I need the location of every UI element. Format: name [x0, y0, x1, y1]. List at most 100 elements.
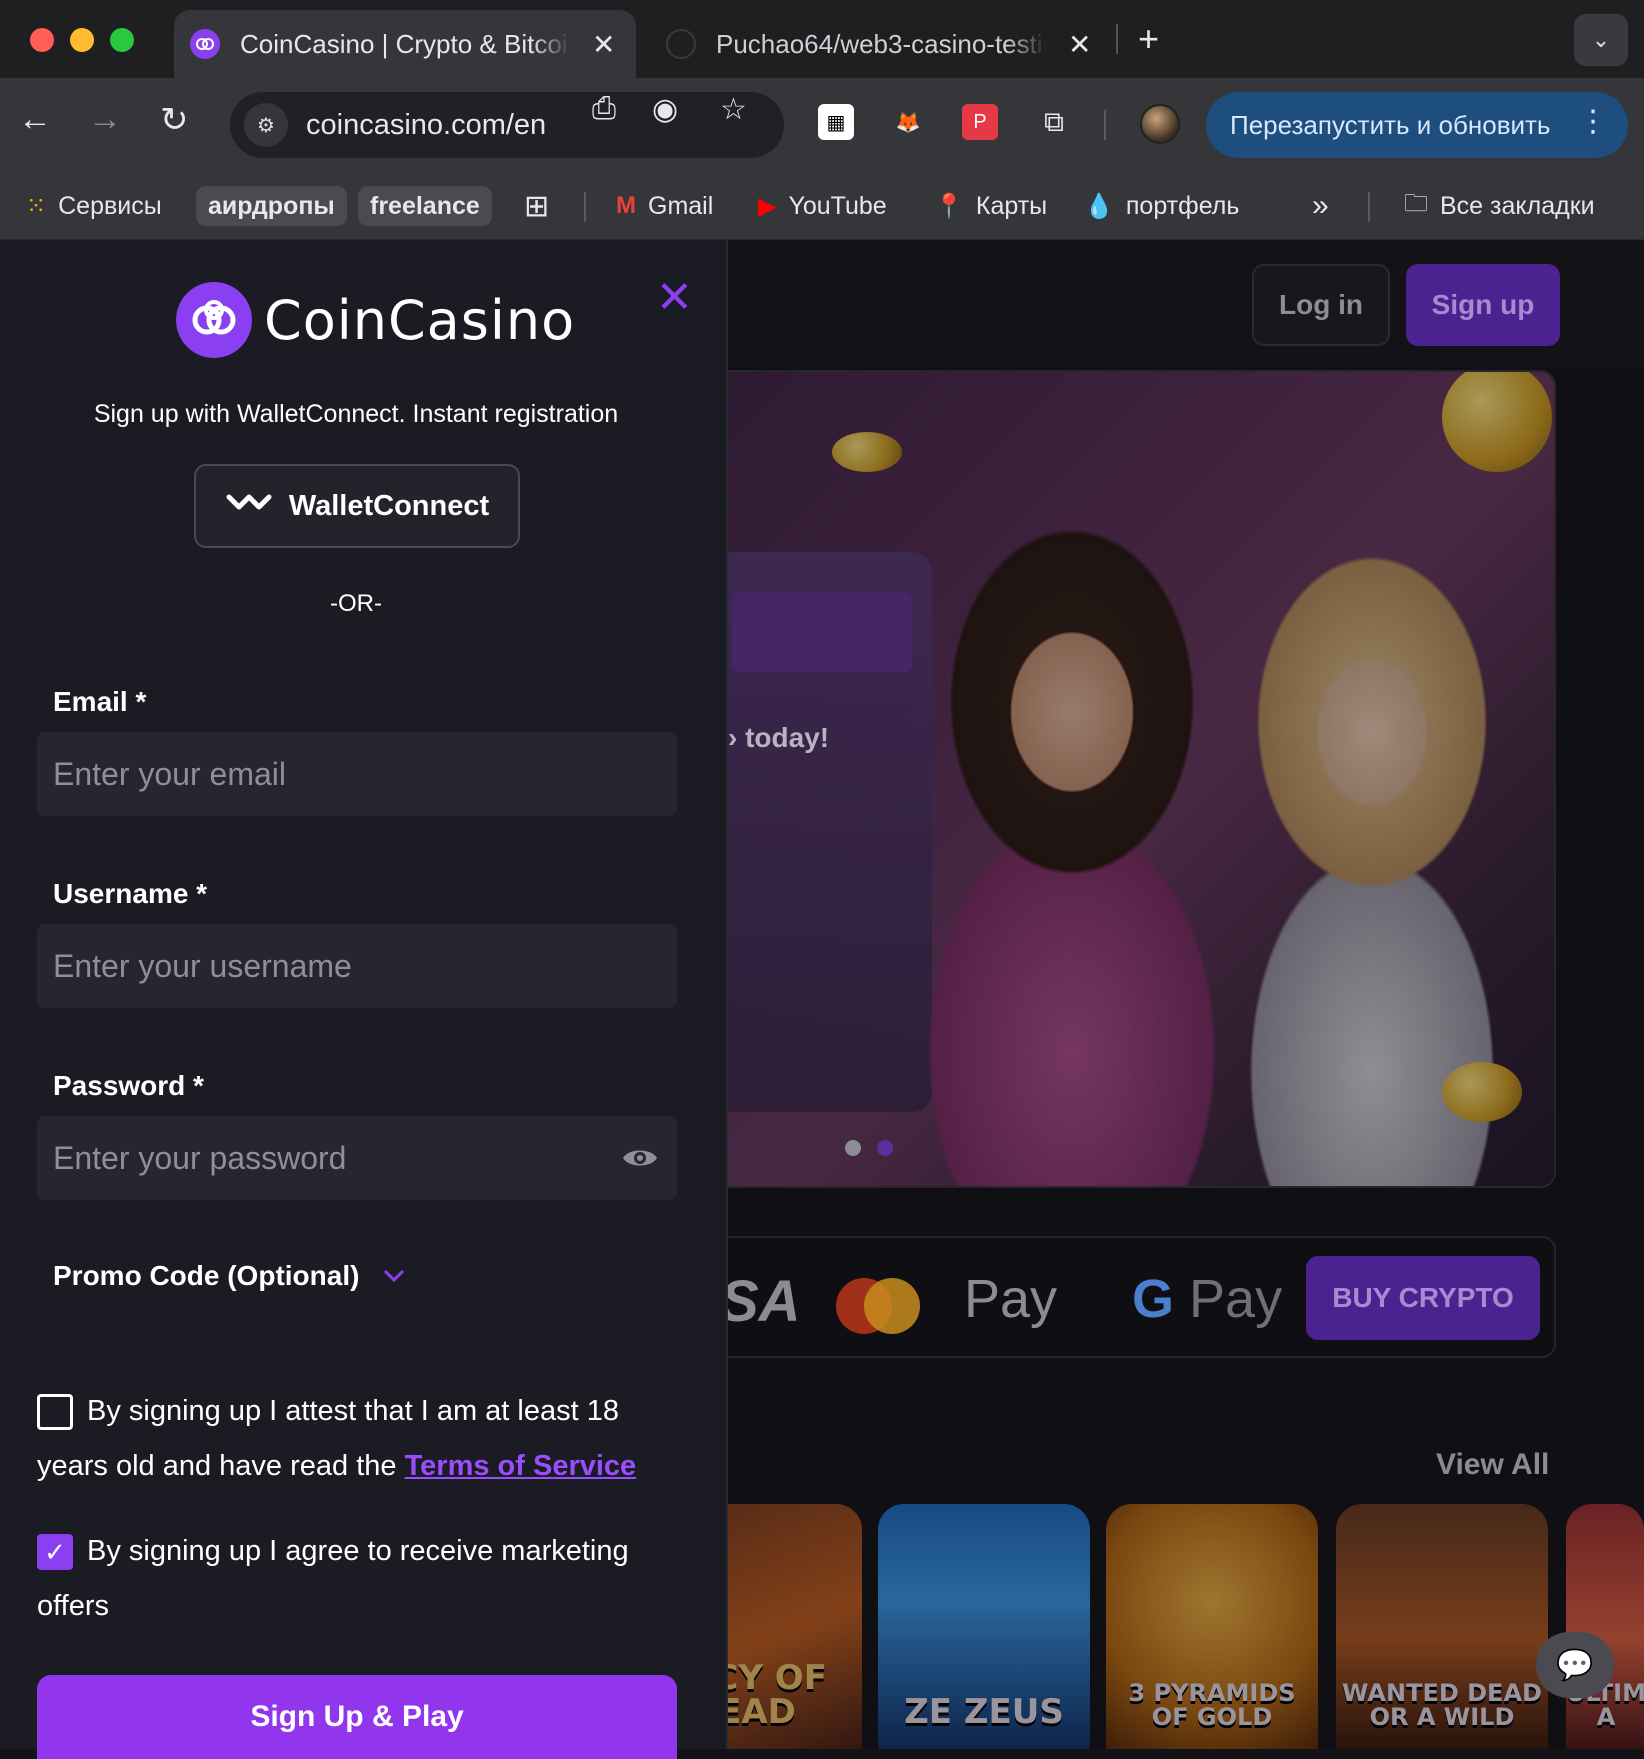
username-field[interactable] [37, 924, 677, 1008]
tab-github[interactable]: Puchao64/web3-casino-testing ✕ [650, 10, 1130, 78]
google-pay-text: Pay [1189, 1269, 1283, 1329]
toolbar-divider [1104, 110, 1106, 140]
game-card[interactable]: ZE ZEUS [878, 1504, 1090, 1749]
bookmark-label: Gmail [648, 191, 714, 220]
walletconnect-button[interactable]: WalletConnect [194, 464, 520, 548]
p-extension-icon[interactable]: P [962, 104, 998, 140]
hero-banner[interactable] [620, 370, 1556, 1188]
relaunch-update-button[interactable]: Перезапустить и обновить ⋮ [1206, 92, 1628, 158]
bookmark-label: Сервисы [58, 191, 162, 220]
close-tab-icon[interactable]: ✕ [1068, 28, 1091, 61]
metamask-extension-icon[interactable]: 🦊 [890, 104, 926, 140]
buy-crypto-button[interactable]: BUY CRYPTO [1306, 1256, 1540, 1340]
drop-icon: 💧 [1084, 192, 1114, 220]
bookmark-services[interactable]: ⁙ Сервисы [26, 186, 162, 226]
reload-icon[interactable]: ↻ [160, 100, 189, 140]
more-bookmarks-chevron-icon[interactable]: » [1312, 186, 1329, 226]
bookmark-portfolio[interactable]: 💧 портфель [1084, 186, 1239, 226]
tab-coincasino[interactable]: CoinCasino | Crypto & Bitcoin Casino ✕ [174, 10, 636, 78]
password-label: Password * [53, 1070, 204, 1101]
email-field[interactable] [37, 732, 677, 816]
more-menu-icon[interactable]: ⋮ [1578, 104, 1608, 139]
close-tab-icon[interactable]: ✕ [592, 28, 615, 61]
terms-of-service-link[interactable]: Terms of Service [405, 1450, 637, 1482]
close-window-button[interactable] [30, 28, 54, 52]
bookmark-youtube[interactable]: ▶ YouTube [758, 186, 887, 226]
forward-arrow-icon[interactable]: → [88, 100, 122, 139]
promo-code-label: Promo Code (Optional) [53, 1260, 360, 1291]
bookmark-folder-freelance[interactable]: freelance [358, 186, 492, 226]
game-card[interactable]: ULTIM A [1566, 1504, 1644, 1749]
coincasino-logo-icon [176, 282, 252, 358]
view-all-link[interactable]: View All [1436, 1448, 1549, 1482]
signup-header-button[interactable]: Sign up [1406, 264, 1560, 346]
bookmark-gmail[interactable]: M Gmail [616, 186, 713, 226]
apps-grid-icon: ⁙ [26, 192, 47, 220]
tab-bar: CoinCasino | Crypto & Bitcoin Casino ✕ P… [0, 0, 1644, 78]
walletconnect-label: WalletConnect [288, 489, 490, 522]
tab-title: CoinCasino | Crypto & Bitcoin Casino [240, 28, 570, 59]
apple-pay-text: Pay [964, 1269, 1058, 1329]
bookmark-label: Карты [975, 191, 1048, 220]
site-settings-icon[interactable]: ⚙ [244, 103, 288, 147]
gmail-icon: M [616, 192, 636, 219]
game-card[interactable]: WANTED DEAD OR A WILD [1336, 1504, 1548, 1749]
marketing-text: By signing up I agree to receive marketi… [37, 1535, 629, 1622]
coincasino-logo: CoinCasino [176, 282, 575, 358]
password-field[interactable] [37, 1116, 677, 1200]
sign-up-and-play-button[interactable]: Sign Up & Play [37, 1675, 677, 1759]
new-tab-icon[interactable]: + [1138, 18, 1159, 60]
back-arrow-icon[interactable]: ← [18, 100, 52, 139]
extensions-puzzle-icon[interactable]: ⧉ [1036, 104, 1072, 140]
mastercard-logo [864, 1278, 920, 1334]
github-favicon-icon [666, 29, 696, 59]
bookmark-divider [1368, 192, 1370, 222]
game-card[interactable]: 3 PYRAMIDS OF GOLD [1106, 1504, 1318, 1749]
bookmark-label: Все закладки [1440, 191, 1595, 220]
relaunch-label: Перезапустить и обновить [1230, 109, 1551, 140]
promo-code-toggle[interactable]: Promo Code (Optional) [53, 1260, 405, 1292]
bookmark-maps[interactable]: 📍 Карты [934, 186, 1047, 226]
address-bar[interactable]: ⚙ coincasino.com/en [230, 92, 784, 158]
google-g-icon: G [1132, 1269, 1175, 1329]
chat-support-icon[interactable]: 💬 [1536, 1632, 1614, 1698]
login-button[interactable]: Log in [1252, 264, 1390, 346]
install-app-icon[interactable]: ⎙ [592, 92, 616, 126]
tab-groups-icon[interactable]: ⊞ [524, 186, 549, 226]
bookmark-divider [584, 192, 586, 222]
bookmark-label: аирдропы [208, 191, 335, 220]
browser-toolbar: ← → ↻ ⚙ coincasino.com/en ⎙ ◉ ☆ ▦ 🦊 P ⧉ … [0, 78, 1644, 172]
show-password-eye-icon[interactable] [620, 1138, 660, 1178]
profile-avatar[interactable] [1140, 104, 1180, 144]
apple-pay-logo: Pay [964, 1268, 1057, 1330]
bookmark-label: freelance [370, 191, 480, 220]
signup-subtitle: Sign up with WalletConnect. Instant regi… [93, 400, 619, 428]
youtube-icon: ▶ [758, 192, 777, 220]
folder-icon: 🗀 [1404, 189, 1428, 217]
or-divider: -OR- [330, 590, 382, 617]
coincasino-favicon-icon [190, 29, 220, 59]
maps-pin-icon: 📍 [934, 192, 964, 220]
carousel-dot-2[interactable] [877, 1140, 893, 1156]
carousel-dot-1[interactable] [845, 1140, 861, 1156]
qr-code-extension-icon[interactable]: ▦ [818, 104, 854, 140]
tab-search-chevron-icon[interactable]: ⌄ [1574, 14, 1628, 66]
bookmark-star-icon[interactable]: ☆ [720, 92, 747, 127]
tab-divider [1116, 24, 1118, 54]
visa-logo: SA [720, 1269, 801, 1334]
email-label: Email * [53, 686, 147, 717]
url-text: coincasino.com/en [306, 108, 547, 141]
bookmarks-bar: ⁙ Сервисы аирдропы freelance ⊞ M Gmail ▶… [0, 172, 1644, 240]
minimize-window-button[interactable] [70, 28, 94, 52]
google-pay-logo: G Pay [1132, 1268, 1282, 1330]
bookmark-folder-airdrops[interactable]: аирдропы [196, 186, 347, 226]
close-icon[interactable]: ✕ [656, 272, 693, 323]
eye-slash-icon[interactable]: ◉ [652, 92, 678, 127]
all-bookmarks[interactable]: 🗀 Все закладки [1404, 186, 1595, 226]
bookmark-label: YouTube [788, 191, 887, 220]
hero-headline: › today! [728, 722, 830, 753]
age-terms-text: By signing up I attest that I am at leas… [37, 1384, 697, 1494]
tab-title: Puchao64/web3-casino-testing [716, 28, 1046, 59]
maximize-window-button[interactable] [110, 28, 134, 52]
brand-name: CoinCasino [264, 288, 576, 352]
